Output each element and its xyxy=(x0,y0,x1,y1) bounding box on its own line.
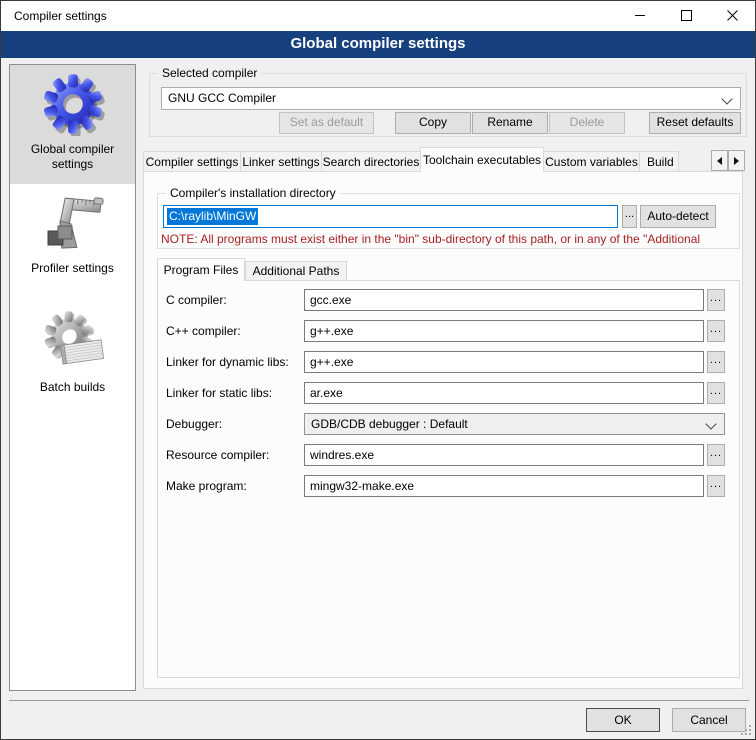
install-dir-legend: Compiler's installation directory xyxy=(166,186,340,200)
minimize-button[interactable] xyxy=(617,1,663,30)
resource-compiler-label: Resource compiler: xyxy=(166,444,302,466)
compiler-combobox[interactable]: GNU GCC Compiler xyxy=(161,87,741,110)
tab-build-options[interactable]: Build xyxy=(639,151,679,172)
c-compiler-label: C compiler: xyxy=(166,289,302,311)
cpp-compiler-input[interactable] xyxy=(304,320,704,342)
make-program-browse-button[interactable]: ... xyxy=(707,475,725,497)
tab-additional-paths[interactable]: Additional Paths xyxy=(245,261,347,281)
sidebar-item-batch-builds[interactable]: Batch builds xyxy=(10,303,135,422)
dialog-header: Global compiler settings xyxy=(1,31,755,58)
resource-compiler-input[interactable] xyxy=(304,444,704,466)
left-arrow-icon xyxy=(717,157,722,165)
reset-defaults-button[interactable]: Reset defaults xyxy=(649,112,741,134)
copy-button[interactable]: Copy xyxy=(395,112,471,134)
sidebar-item-label: Profiler settings xyxy=(10,261,135,276)
gear-stack-icon xyxy=(41,310,105,374)
cancel-button[interactable]: Cancel xyxy=(672,708,746,732)
debugger-combobox-value: GDB/CDB debugger : Default xyxy=(311,417,468,431)
maximize-icon xyxy=(681,10,692,21)
compiler-tabs: Compiler settings Linker settings Search… xyxy=(143,147,709,172)
settings-category-list: Global compiler settings Profiler settin… xyxy=(9,64,136,691)
debugger-label: Debugger: xyxy=(166,413,302,435)
note-text: NOTE: All programs must exist either in … xyxy=(161,232,737,246)
right-arrow-icon xyxy=(734,157,739,165)
linker-dynamic-label: Linker for dynamic libs: xyxy=(166,351,302,373)
compiler-combobox-value: GNU GCC Compiler xyxy=(168,91,276,105)
install-dir-input[interactable]: C:\raylib\MinGW xyxy=(163,205,618,228)
auto-detect-button[interactable]: Auto-detect xyxy=(640,205,716,228)
sidebar-item-label: Batch builds xyxy=(10,380,135,395)
delete-button[interactable]: Delete xyxy=(549,112,625,134)
chevron-down-icon xyxy=(705,418,716,429)
caliper-icon xyxy=(41,191,105,255)
selected-path-text: C:\raylib\MinGW xyxy=(167,208,258,225)
rename-button[interactable]: Rename xyxy=(472,112,548,134)
tab-custom-variables[interactable]: Custom variables xyxy=(543,151,640,172)
resource-compiler-browse-button[interactable]: ... xyxy=(707,444,725,466)
sidebar-item-profiler-settings[interactable]: Profiler settings xyxy=(10,184,135,303)
cpp-compiler-browse-button[interactable]: ... xyxy=(707,320,725,342)
tab-compiler-settings[interactable]: Compiler settings xyxy=(143,151,241,172)
tab-toolchain-executables[interactable]: Toolchain executables xyxy=(420,147,544,172)
linker-dynamic-input[interactable] xyxy=(304,351,704,373)
gear-blue-icon xyxy=(41,72,105,136)
tab-search-directories[interactable]: Search directories xyxy=(321,151,421,172)
install-dir-browse-button[interactable]: ... xyxy=(622,205,637,228)
compiler-settings-dialog: Compiler settings Global compiler settin… xyxy=(0,0,756,740)
close-button[interactable] xyxy=(709,1,755,30)
selected-compiler-legend: Selected compiler xyxy=(158,66,261,80)
linker-dynamic-browse-button[interactable]: ... xyxy=(707,351,725,373)
make-program-label: Make program: xyxy=(166,475,302,497)
cpp-compiler-label: C++ compiler: xyxy=(166,320,302,342)
maximize-button[interactable] xyxy=(663,1,709,30)
minimize-icon xyxy=(635,15,645,16)
chevron-down-icon xyxy=(721,93,732,104)
linker-static-browse-button[interactable]: ... xyxy=(707,382,725,404)
linker-static-label: Linker for static libs: xyxy=(166,382,302,404)
tab-linker-settings[interactable]: Linker settings xyxy=(240,151,322,172)
program-files-panel: C compiler: ... C++ compiler: ... Linker… xyxy=(157,280,740,678)
ok-button[interactable]: OK xyxy=(586,708,660,732)
tab-scroll-right-button[interactable] xyxy=(728,150,745,171)
make-program-input[interactable] xyxy=(304,475,704,497)
close-icon xyxy=(727,10,738,21)
debugger-combobox[interactable]: GDB/CDB debugger : Default xyxy=(304,413,725,435)
titlebar: Compiler settings xyxy=(1,1,755,31)
resize-grip[interactable] xyxy=(740,724,752,736)
c-compiler-browse-button[interactable]: ... xyxy=(707,289,725,311)
linker-static-input[interactable] xyxy=(304,382,704,404)
tab-scroll-left-button[interactable] xyxy=(711,150,728,171)
sidebar-item-global-compiler-settings[interactable]: Global compiler settings xyxy=(10,65,135,184)
window-title: Compiler settings xyxy=(14,1,107,31)
c-compiler-input[interactable] xyxy=(304,289,704,311)
sidebar-item-label: Global compiler settings xyxy=(10,142,135,172)
set-as-default-button[interactable]: Set as default xyxy=(279,112,374,134)
footer-separator xyxy=(9,700,749,701)
tab-program-files[interactable]: Program Files xyxy=(157,258,245,281)
